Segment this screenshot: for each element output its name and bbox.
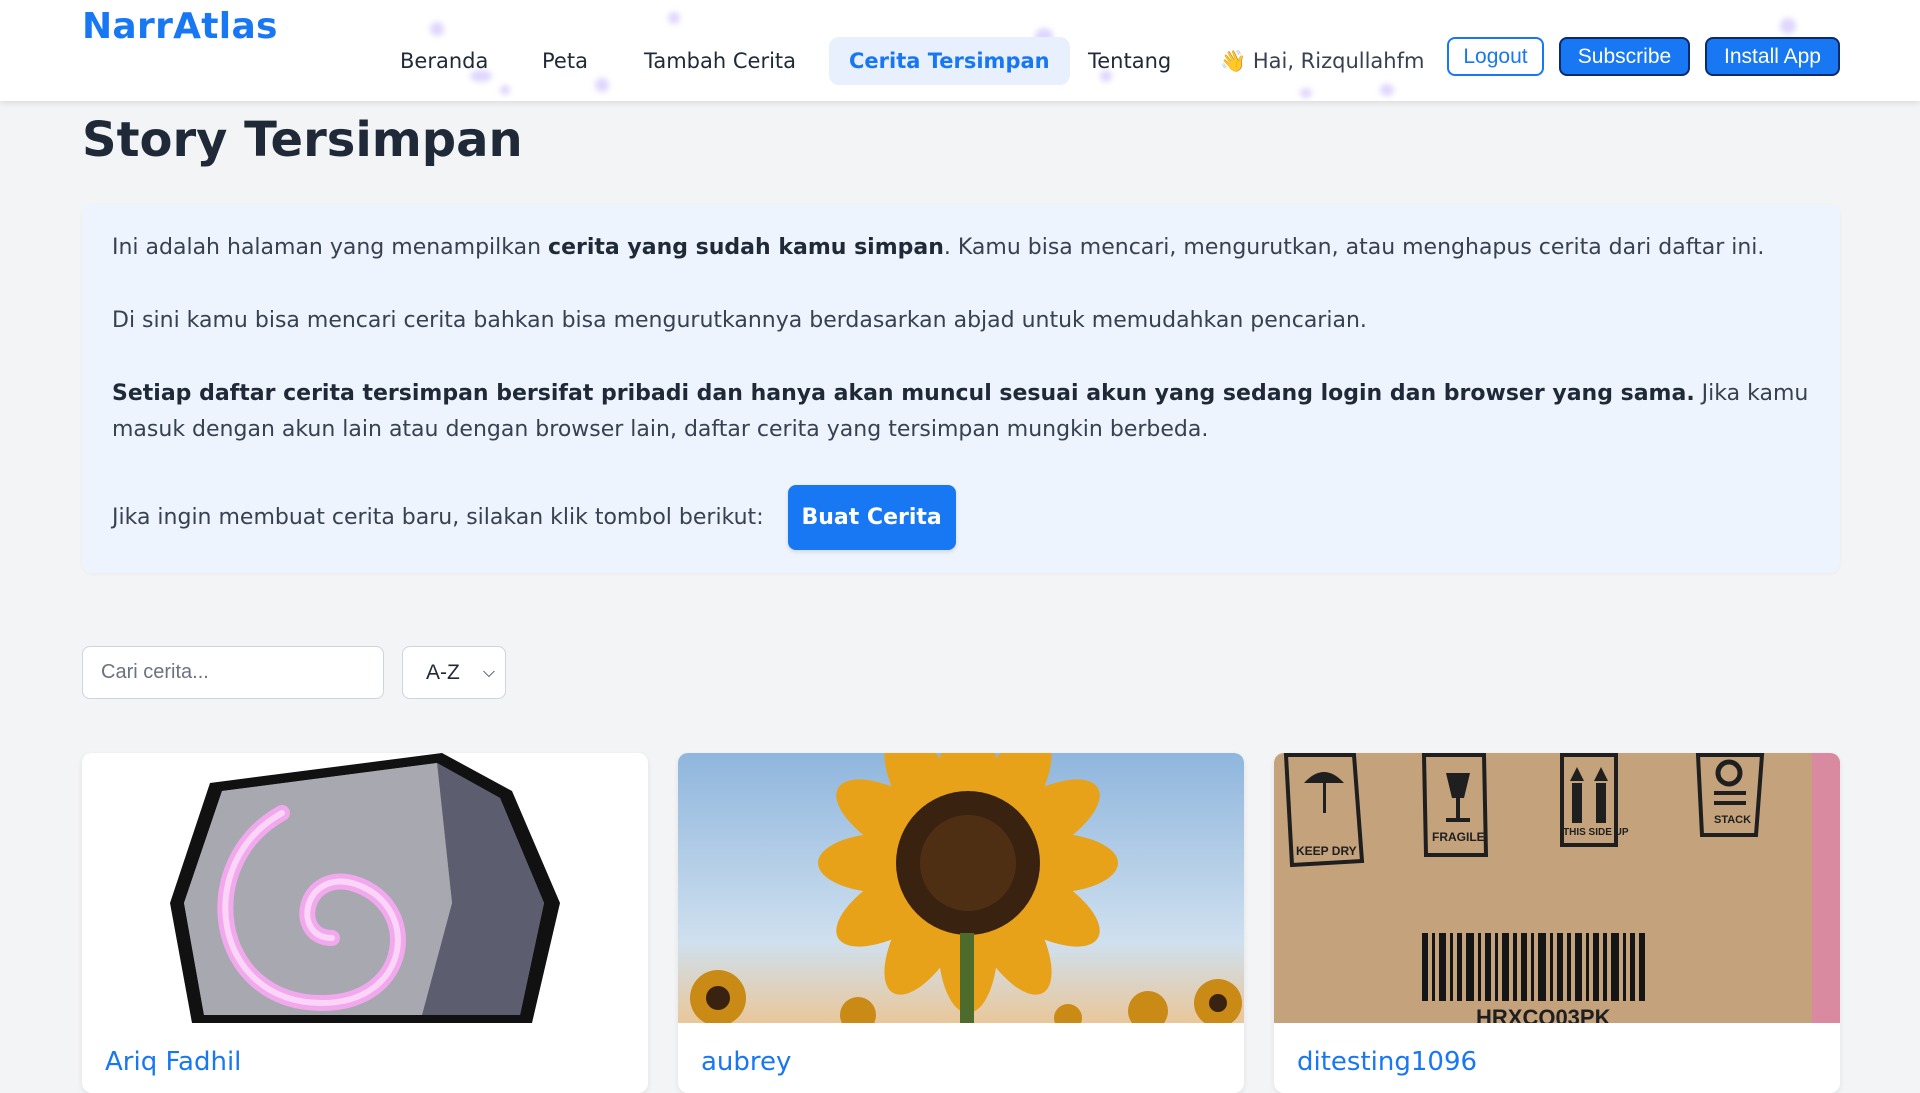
privacy-bold: Setiap daftar cerita tersimpan bersifat … [112,381,1695,406]
sunflower-image [678,753,1244,1023]
nav-tambah-cerita[interactable]: Tambah Cerita [624,37,816,85]
box-label-this-side-up: THIS SIDE UP [1563,827,1629,838]
subscribe-button[interactable]: Subscribe [1559,37,1690,76]
intro-text: Ini adalah halaman yang menampilkan ceri… [112,235,1765,260]
story-card[interactable]: Ariq Fadhil [82,753,648,1093]
search-info-text: Di sini kamu bisa mencari cerita bahkan … [112,308,1367,333]
install-app-button[interactable]: Install App [1705,37,1840,76]
chevron-down-icon: ⌵ [482,664,495,681]
info-panel: Ini adalah halaman yang menampilkan ceri… [82,204,1840,573]
create-story-button[interactable]: Buat Cerita [787,485,956,550]
sort-value: A-Z [426,661,460,684]
story-card-title[interactable]: ditesting1096 [1297,1047,1477,1077]
story-card[interactable]: aubrey [678,753,1244,1093]
cardboard-box-image: KEEP DRY FRAGILE THIS SIDE UP STACK HRXC… [1274,753,1840,1023]
story-card-title[interactable]: aubrey [701,1047,791,1077]
swirl-stone-image [82,753,648,1023]
box-label-keep-dry: KEEP DRY [1296,844,1357,858]
nav-cerita-tersimpan[interactable]: Cerita Tersimpan [829,37,1070,85]
sort-select[interactable]: A-Z ⌵ [402,646,506,699]
nav-beranda[interactable]: Beranda [380,37,508,85]
story-card-title[interactable]: Ariq Fadhil [105,1047,241,1077]
story-card[interactable]: KEEP DRY FRAGILE THIS SIDE UP STACK HRXC… [1274,753,1840,1093]
intro-bold: cerita yang sudah kamu simpan [548,235,944,260]
search-input[interactable] [82,646,384,699]
page-title: Story Tersimpan [82,112,523,168]
box-label-fragile: FRAGILE [1432,830,1485,844]
user-greeting: 👋 Hai, Rizqullahfm [1220,49,1425,73]
cta-text: Jika ingin membuat cerita baru, silakan … [112,504,764,530]
privacy-text: Setiap daftar cerita tersimpan bersifat … [112,381,1809,442]
cta-row: Jika ingin membuat cerita baru, silakan … [112,485,1810,550]
brand-logo[interactable]: NarrAtlas [82,6,278,47]
barcode-text: HRXCQ03PK [1476,1005,1611,1023]
logout-button[interactable]: Logout [1447,37,1544,76]
top-navbar: NarrAtlas Beranda Peta Tambah Cerita Cer… [0,0,1920,101]
nav-peta[interactable]: Peta [522,37,608,85]
nav-tentang[interactable]: Tentang [1068,37,1191,85]
box-label-stack: STACK [1714,814,1751,826]
